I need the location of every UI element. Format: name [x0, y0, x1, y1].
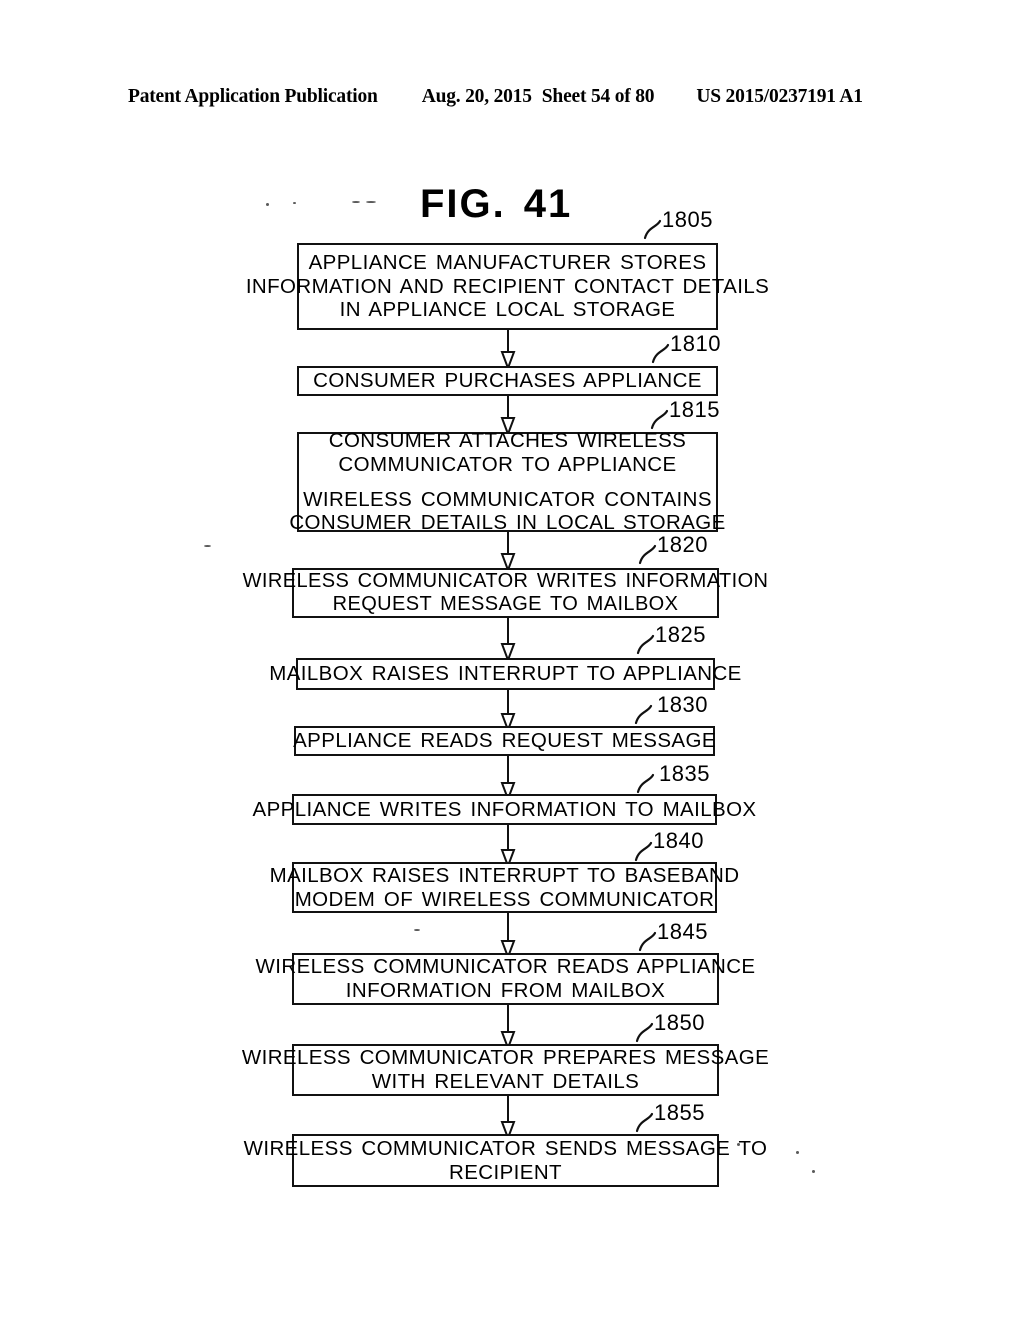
flow-node-1805-line-3: IN APPLIANCE LOCAL STORAGE: [339, 298, 676, 322]
flow-node-1805[interactable]: APPLIANCE MANUFACTURER STORES INFORMATIO…: [246, 243, 769, 330]
flow-node-1810-line-1: CONSUMER PURCHASES APPLIANCE: [313, 369, 702, 393]
flow-ref-1805: 1805: [662, 207, 713, 232]
flowchart: APPLIANCE MANUFACTURER STORES INFORMATIO…: [0, 0, 1024, 1320]
flow-ref-1840: 1840: [653, 828, 704, 853]
flow-ref-1830: 1830: [657, 692, 708, 717]
leader-1840: [634, 841, 653, 862]
flow-node-1820-line-1: WIRELESS COMMUNICATOR WRITES INFORMATION: [242, 569, 769, 592]
flow-node-1845-line-1: WIRELESS COMMUNICATOR READS APPLIANCE: [255, 955, 756, 979]
flow-ref-1810: 1810: [670, 331, 721, 356]
leader-1850: [635, 1022, 654, 1043]
flow-node-1845-line-2: INFORMATION FROM MAILBOX: [345, 979, 666, 1002]
flow-node-1830-line-1: APPLIANCE READS REQUEST MESSAGE: [293, 729, 716, 753]
flow-node-1845[interactable]: WIRELESS COMMUNICATOR READS APPLIANCE IN…: [256, 953, 755, 1005]
leader-1805: [643, 219, 662, 240]
flow-node-1850-line-1: WIRELESS COMMUNICATOR PREPARES MESSAGE: [241, 1046, 770, 1070]
flow-node-1855[interactable]: WIRELESS COMMUNICATOR SENDS MESSAGE TO R…: [244, 1134, 767, 1187]
flow-node-1815-line-3: WIRELESS COMMUNICATOR CONTAINS: [303, 487, 712, 511]
leader-1835: [636, 773, 655, 794]
leader-1830: [634, 704, 653, 725]
flow-ref-1825: 1825: [655, 622, 706, 647]
flow-ref-1820: 1820: [657, 532, 708, 557]
flow-node-1825[interactable]: MAILBOX RAISES INTERRUPT TO APPLIANCE: [269, 658, 741, 690]
flow-node-1820-line-2: REQUEST MESSAGE TO MAILBOX: [332, 593, 679, 615]
flow-node-1840-line-2: MODEM OF WIRELESS COMMUNICATOR: [294, 887, 715, 911]
flow-node-1825-line-1: MAILBOX RAISES INTERRUPT TO APPLIANCE: [269, 662, 742, 686]
flow-node-1805-line-2: INFORMATION AND RECIPIENT CONTACT DETAIL…: [245, 274, 770, 298]
leader-1815: [650, 409, 669, 430]
flow-ref-1845: 1845: [657, 919, 708, 944]
leader-1820: [638, 544, 657, 565]
flow-node-1810[interactable]: CONSUMER PURCHASES APPLIANCE: [297, 366, 718, 396]
flow-node-1850[interactable]: WIRELESS COMMUNICATOR PREPARES MESSAGE W…: [242, 1044, 769, 1096]
flow-node-1815-line-2: COMMUNICATOR TO APPLIANCE: [338, 452, 677, 476]
flow-node-1850-line-2: WITH RELEVANT DETAILS: [371, 1070, 640, 1093]
flow-node-1815-line-1: CONSUMER ATTACHES WIRELESS: [328, 428, 687, 452]
flow-ref-1815: 1815: [669, 397, 720, 422]
flow-ref-1850: 1850: [654, 1010, 705, 1035]
leader-1855: [635, 1112, 654, 1133]
flow-ref-1835: 1835: [659, 761, 710, 786]
leader-1845: [638, 931, 657, 952]
flow-node-1835-line-1: APPLIANCE WRITES INFORMATION TO MAILBOX: [252, 797, 757, 821]
flow-node-1855-line-1: WIRELESS COMMUNICATOR SENDS MESSAGE TO: [243, 1136, 768, 1160]
flow-node-1820[interactable]: WIRELESS COMMUNICATOR WRITES INFORMATION…: [243, 568, 768, 618]
flow-node-1840-line-1: MAILBOX RAISES INTERRUPT TO BASEBAND: [269, 863, 740, 887]
flow-node-1835[interactable]: APPLIANCE WRITES INFORMATION TO MAILBOX: [253, 794, 756, 825]
leader-1810: [651, 343, 670, 364]
flow-ref-1855: 1855: [654, 1100, 705, 1125]
flow-node-1805-line-1: APPLIANCE MANUFACTURER STORES: [308, 250, 707, 274]
flow-node-1815[interactable]: CONSUMER ATTACHES WIRELESS COMMUNICATOR …: [289, 428, 725, 534]
flow-node-1855-line-2: RECIPIENT: [449, 1160, 562, 1184]
flow-node-1830[interactable]: APPLIANCE READS REQUEST MESSAGE: [293, 726, 716, 756]
flow-node-1840[interactable]: MAILBOX RAISES INTERRUPT TO BASEBAND MOD…: [270, 862, 739, 913]
leader-1825: [636, 634, 655, 655]
